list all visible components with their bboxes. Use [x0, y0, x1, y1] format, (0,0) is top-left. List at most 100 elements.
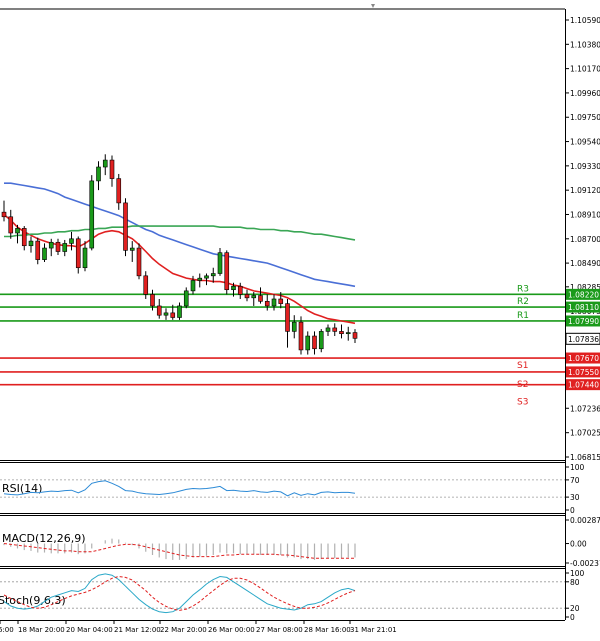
- candle-body: [156, 305, 162, 316]
- level-tag-label: 1.07670: [568, 354, 599, 363]
- candle-body: [143, 275, 149, 295]
- candle-body: [251, 295, 257, 299]
- level-name-s1: S1: [517, 361, 528, 371]
- price-tick-label: 1.08700: [570, 235, 600, 244]
- time-tick-label: 18 Mar 20:00: [18, 626, 65, 634]
- candle-body: [96, 166, 101, 182]
- candle-body: [244, 294, 250, 299]
- time-tick-label: 28 Mar 16:00: [304, 626, 351, 634]
- pane-tick-label: -0.002379: [570, 559, 600, 568]
- candle-body: [69, 238, 74, 244]
- time-tick-label: 6:00: [0, 626, 14, 634]
- candle-body: [8, 216, 14, 234]
- candle-body: [291, 321, 297, 332]
- level-name-s3: S3: [517, 398, 528, 408]
- price-tick-label: 1.08910: [570, 210, 600, 219]
- pane-tick-label: 20: [570, 604, 580, 613]
- candle-body: [237, 285, 243, 295]
- pane-tick-label: 100: [570, 463, 585, 472]
- current-price-label: 1.07836: [568, 335, 599, 344]
- candle-body: [1, 211, 7, 218]
- time-tick-label: 21 Mar 12:00: [114, 626, 161, 634]
- candle-body: [170, 312, 176, 318]
- price-tick-label: 1.09960: [570, 89, 600, 98]
- price-tick-label: 1.06815: [570, 453, 600, 462]
- price-tick-label: 1.08490: [570, 259, 600, 268]
- level-tag-label: 1.07440: [568, 381, 599, 390]
- candle-body: [129, 247, 135, 251]
- candle-body: [82, 247, 88, 269]
- candle-body: [305, 335, 311, 351]
- candle-body: [217, 252, 223, 274]
- level-name-r3: R3: [517, 284, 529, 294]
- candle-body: [21, 228, 27, 247]
- level-tag-label: 1.07550: [568, 368, 599, 377]
- candle-body: [278, 298, 284, 304]
- candle-body: [163, 312, 169, 316]
- price-tick-label: 1.09330: [570, 162, 600, 171]
- current-price-tag: 1.07836: [565, 332, 600, 345]
- candle-body: [312, 335, 317, 350]
- candle-body: [352, 332, 358, 339]
- time-tick-label: 27 Mar 08:00: [256, 626, 303, 634]
- candle-body: [285, 303, 290, 332]
- candle-body: [177, 305, 182, 318]
- time-tick-label: 20 Mar 04:00: [66, 626, 113, 634]
- chart-svg: R3R2R1S1S2S3 1.105901.103801.101701.0996…: [0, 0, 600, 637]
- level-tag-label: 1.08220: [568, 290, 599, 299]
- candle-body: [210, 273, 216, 277]
- pane-tick-label: 0.00: [570, 540, 587, 549]
- candle-body: [75, 238, 81, 269]
- candle-body: [339, 331, 344, 335]
- candle-body: [224, 252, 230, 291]
- candle-body: [102, 159, 108, 168]
- candle-body: [150, 294, 155, 307]
- candle-body: [123, 202, 128, 251]
- price-tick-label: 1.07025: [570, 429, 600, 438]
- candle-body: [89, 180, 95, 249]
- price-tick-label: 1.09750: [570, 113, 600, 122]
- price-tick-label: 1.10380: [570, 40, 600, 49]
- candle-body: [318, 331, 324, 350]
- candle-body: [183, 290, 189, 307]
- pane-tick-label: 100: [570, 569, 585, 578]
- macd-label: MACD(12,26,9): [2, 532, 86, 545]
- candle-body: [332, 327, 338, 332]
- candle-body: [48, 241, 54, 249]
- candle-body: [197, 277, 203, 281]
- candle-body: [62, 243, 68, 252]
- candle-body: [258, 295, 263, 302]
- candle-body: [325, 327, 331, 332]
- candle-body: [264, 301, 270, 307]
- pane-tick-label: 0: [570, 506, 575, 515]
- pane-tick-label: 80: [570, 578, 580, 587]
- candle-body: [231, 285, 236, 291]
- price-tick-label: 1.09540: [570, 138, 600, 147]
- pane-tick-label: 70: [570, 476, 580, 485]
- candle-body: [116, 178, 122, 204]
- candle-body: [190, 280, 196, 292]
- level-name-r2: R2: [517, 297, 529, 307]
- candle-body: [204, 275, 209, 279]
- pane-tick-label: 0: [570, 613, 575, 622]
- time-tick-label: 26 Mar 00:00: [208, 626, 255, 634]
- candle-body: [298, 321, 304, 351]
- level-tag-label: 1.07990: [568, 317, 599, 326]
- price-tick-label: 1.09120: [570, 186, 600, 195]
- price-tick-label: 1.10170: [570, 65, 600, 74]
- trading-chart: R3 R2 R1 S1 S2 S3 1.10590 1.10380 1.10170 1.0996…: [0, 0, 600, 637]
- pane-tick-label: 30: [570, 493, 580, 502]
- candle-body: [35, 240, 41, 260]
- candle-body: [136, 247, 142, 277]
- candle-body: [42, 247, 47, 260]
- level-tag-label: 1.08110: [568, 303, 599, 312]
- candle-body: [109, 159, 115, 179]
- candle-body: [15, 228, 20, 234]
- price-tick-label: 1.07236: [570, 404, 600, 413]
- price-tick-label: 1.10590: [570, 16, 600, 25]
- candle-body: [28, 240, 34, 247]
- candle-body: [345, 332, 351, 335]
- candle-body: [271, 298, 277, 307]
- candle-body: [55, 241, 61, 252]
- pane-tick-label: 0.002879: [570, 516, 600, 525]
